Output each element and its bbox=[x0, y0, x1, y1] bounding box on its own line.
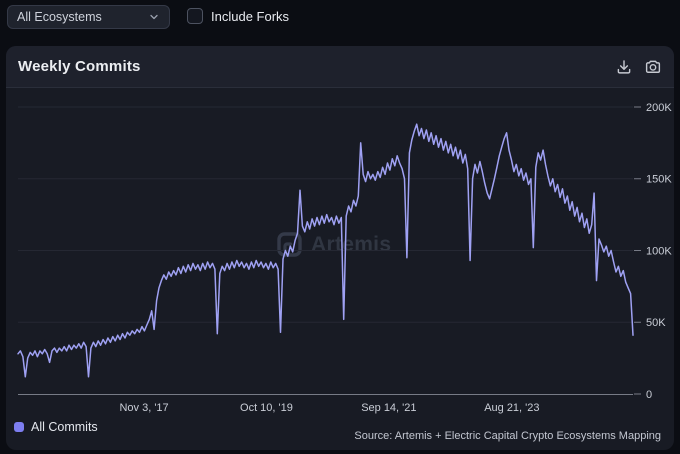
chevron-down-icon bbox=[148, 11, 160, 23]
download-icon[interactable] bbox=[615, 58, 633, 76]
card-header: Weekly Commits bbox=[6, 46, 674, 88]
legend-item-all-commits: All Commits bbox=[14, 420, 98, 434]
svg-text:Oct 10, '19: Oct 10, '19 bbox=[240, 402, 293, 414]
svg-text:Nov 3, '17: Nov 3, '17 bbox=[119, 402, 168, 414]
svg-text:Sep 14, '21: Sep 14, '21 bbox=[361, 402, 416, 414]
card-title: Weekly Commits bbox=[18, 58, 141, 75]
legend-color-chip bbox=[14, 422, 24, 432]
weekly-commits-card: Weekly Commits Artemis bbox=[6, 46, 674, 450]
include-forks-label: Include Forks bbox=[211, 9, 289, 24]
camera-icon[interactable] bbox=[644, 58, 662, 76]
ecosystem-select[interactable]: All Ecosystems bbox=[7, 5, 170, 29]
svg-text:100K: 100K bbox=[646, 245, 672, 257]
commits-line-chart[interactable]: 0 50K 100K 150K 200K Nov 3, '17 Oct 10, '19 Sep… bbox=[6, 88, 674, 450]
svg-text:200K: 200K bbox=[646, 102, 672, 114]
source-attribution: Source: Artemis + Electric Capital Crypt… bbox=[354, 430, 661, 442]
svg-text:0: 0 bbox=[646, 389, 652, 401]
include-forks-checkbox[interactable] bbox=[187, 8, 203, 24]
svg-text:Aug 21, '23: Aug 21, '23 bbox=[484, 402, 539, 414]
svg-text:150K: 150K bbox=[646, 174, 672, 186]
legend-label: All Commits bbox=[31, 420, 98, 434]
ecosystem-select-value: All Ecosystems bbox=[17, 10, 102, 24]
svg-text:50K: 50K bbox=[646, 317, 666, 329]
